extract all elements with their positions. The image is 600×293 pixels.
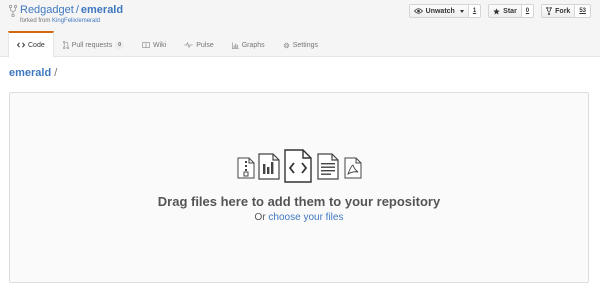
repo-name-link[interactable]: emerald bbox=[81, 4, 123, 16]
forked-from-label: forked from bbox=[20, 18, 53, 24]
forked-source-link[interactable]: KingFelix/emerald bbox=[52, 18, 100, 24]
tab-pulse[interactable]: Pulse bbox=[175, 31, 223, 57]
upload-dropzone[interactable]: Drag files here to add them to your repo… bbox=[9, 92, 589, 283]
choose-files-link[interactable]: choose your files bbox=[268, 212, 343, 223]
code-icon bbox=[17, 42, 25, 48]
repo-title-separator: / bbox=[75, 4, 79, 16]
fork-group: Fork 53 bbox=[541, 4, 591, 18]
gear-icon bbox=[283, 42, 289, 48]
star-button[interactable]: Star bbox=[488, 4, 522, 18]
tab-settings[interactable]: Settings bbox=[274, 31, 327, 57]
repo-title: Redgadget / emerald bbox=[20, 4, 123, 17]
tab-code-label: Code bbox=[28, 41, 45, 49]
chevron-down-icon bbox=[459, 9, 464, 13]
stargazers-count[interactable]: 0 bbox=[521, 4, 535, 18]
tab-graphs-label: Graphs bbox=[241, 41, 265, 49]
watch-group: Unwatch 1 bbox=[408, 4, 482, 18]
eye-icon bbox=[413, 8, 423, 14]
repo-forked-icon bbox=[9, 5, 17, 17]
choose-files-prefix: Or bbox=[254, 212, 269, 223]
tab-settings-label: Settings bbox=[292, 41, 318, 49]
tab-wiki[interactable]: Wiki bbox=[133, 31, 175, 57]
unwatch-label: Unwatch bbox=[425, 7, 455, 15]
tab-pull-requests[interactable]: Pull requests 0 bbox=[54, 31, 133, 57]
book-icon bbox=[142, 42, 150, 48]
breadcrumb-separator: / bbox=[54, 67, 58, 79]
repo-header: Redgadget / emerald forked from KingFelix/… bbox=[0, 0, 600, 58]
choose-files-line: Or choose your files bbox=[10, 212, 588, 223]
chart-file-icon bbox=[258, 153, 280, 180]
code-file-icon bbox=[284, 149, 312, 183]
pull-request-icon bbox=[62, 41, 69, 49]
tab-code[interactable]: Code bbox=[8, 31, 54, 58]
fork-label: Fork bbox=[555, 7, 571, 15]
star-icon bbox=[493, 7, 500, 15]
pull-requests-counter: 0 bbox=[115, 41, 124, 49]
zip-file-icon bbox=[237, 157, 255, 179]
repo-owner-link[interactable]: Redgadget bbox=[20, 4, 74, 16]
unwatch-button[interactable]: Unwatch bbox=[408, 4, 469, 18]
tab-graphs[interactable]: Graphs bbox=[223, 31, 274, 57]
forked-from: forked from KingFelix/emerald bbox=[20, 17, 100, 25]
tab-pulse-label: Pulse bbox=[196, 41, 214, 49]
fork-icon bbox=[546, 7, 552, 15]
graph-icon bbox=[231, 41, 239, 49]
repo-nav: Code Pull requests 0 Wiki Pulse Graphs S… bbox=[0, 31, 327, 58]
watchers-count[interactable]: 1 bbox=[468, 4, 482, 18]
tab-wiki-label: Wiki bbox=[152, 41, 167, 49]
text-file-icon bbox=[317, 153, 339, 180]
breadcrumb-repo-link[interactable]: emerald bbox=[9, 67, 51, 79]
pulse-icon bbox=[184, 42, 193, 48]
pdf-file-icon bbox=[344, 157, 362, 179]
repo-actions: Unwatch 1 Star 0 Fork 53 bbox=[408, 4, 591, 18]
file-type-icons bbox=[237, 149, 367, 183]
star-group: Star 0 bbox=[488, 4, 535, 18]
drag-files-title: Drag files here to add them to your repo… bbox=[157, 194, 441, 209]
breadcrumb: emerald / bbox=[9, 67, 57, 79]
star-label: Star bbox=[503, 7, 517, 15]
tab-pull-requests-label: Pull requests bbox=[71, 41, 113, 49]
fork-button[interactable]: Fork bbox=[541, 4, 576, 18]
forks-count[interactable]: 53 bbox=[575, 4, 591, 18]
